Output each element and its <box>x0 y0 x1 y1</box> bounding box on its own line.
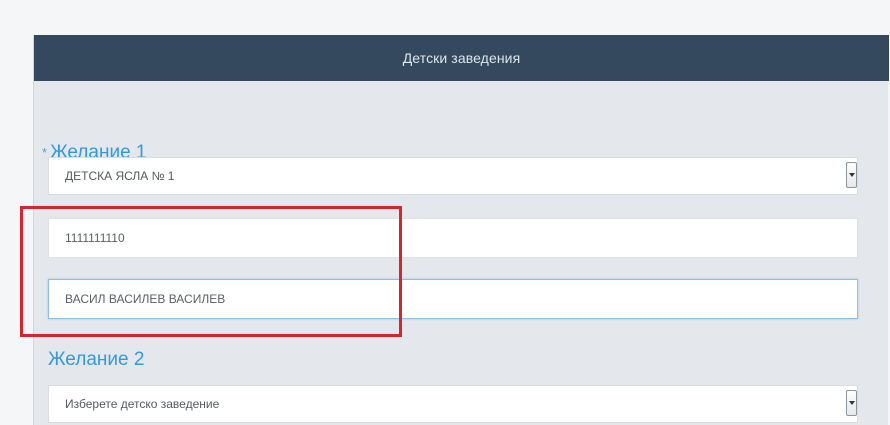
highlight-box <box>20 206 402 337</box>
wish-2-select[interactable]: Изберете детско заведение <box>48 385 858 423</box>
wish-2-label: Желание 2 <box>48 349 145 370</box>
wish-2-title: Желание 2 <box>48 349 144 371</box>
panel-header: Детски заведения <box>34 35 889 81</box>
chevron-down-icon[interactable] <box>846 390 857 416</box>
panel-title: Детски заведения <box>402 50 521 66</box>
chevron-down-icon[interactable] <box>846 162 857 188</box>
wish-2-select-value: Изберете детско заведение <box>65 397 220 411</box>
wish-1-select-value: ДЕТСКА ЯСЛА № 1 <box>65 169 175 183</box>
required-star: * <box>42 145 48 160</box>
wish-1-select[interactable]: ДЕТСКА ЯСЛА № 1 <box>48 157 858 195</box>
